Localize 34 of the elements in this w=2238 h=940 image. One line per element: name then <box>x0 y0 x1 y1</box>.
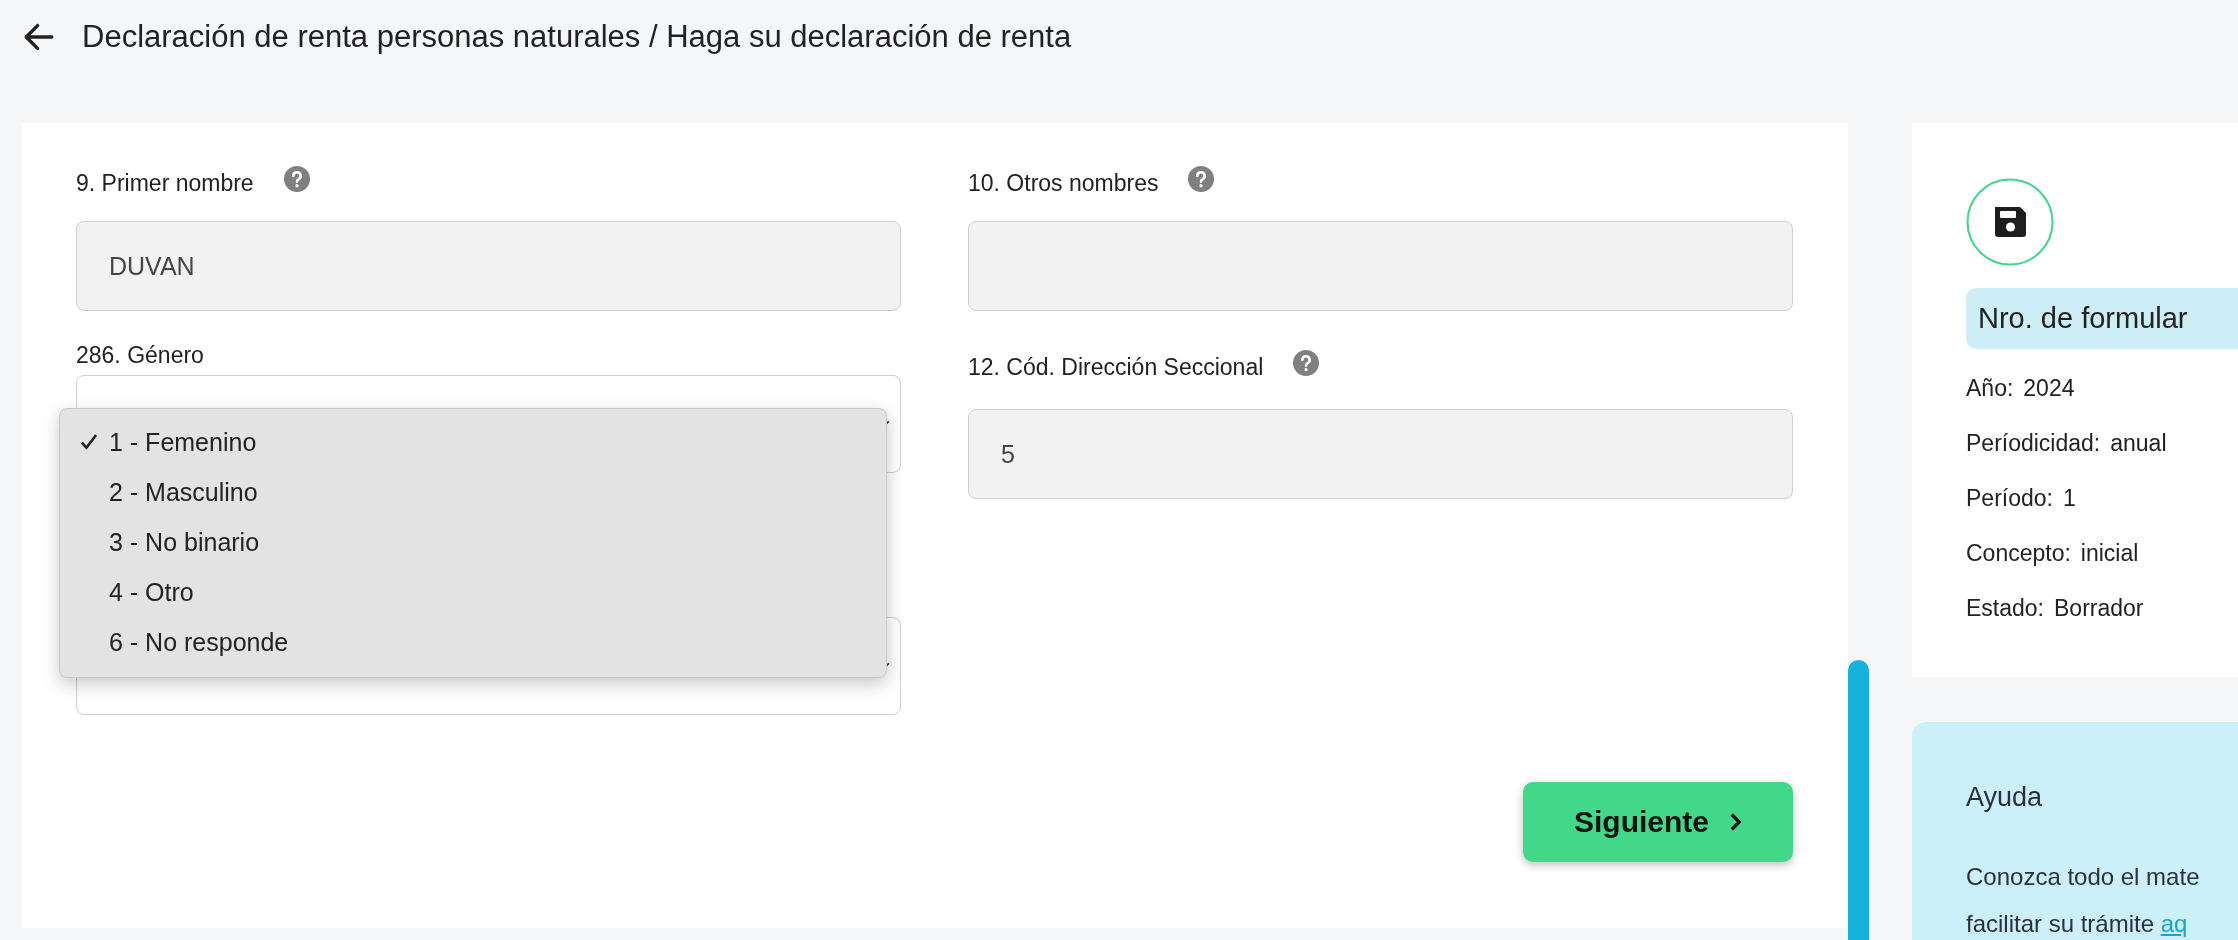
text-field[interactable]: DUVAN <box>76 221 901 311</box>
dropdown-option[interactable]: 3 - No binario <box>60 517 886 567</box>
field-label: 10. Otros nombres <box>968 169 1159 197</box>
info-value: 1 <box>2062 485 2076 512</box>
form-number-badge: Nro. de formular <box>1966 288 2238 349</box>
info-label: Año: <box>1966 375 2014 402</box>
text-field[interactable]: 5 <box>968 409 1793 499</box>
info-value: anual <box>2110 430 2167 457</box>
field-label: 12. Cód. Dirección Seccional <box>968 353 1264 381</box>
dropdown-option[interactable]: 6 - No responde <box>60 617 886 667</box>
help-icon[interactable] <box>1188 166 1215 192</box>
field-label: 9. Primer nombre <box>76 169 254 197</box>
dropdown-option[interactable]: 4 - Otro <box>60 567 886 617</box>
dropdown-option[interactable]: 2 - Masculino <box>60 467 886 517</box>
help-icon[interactable] <box>1293 350 1320 376</box>
save-icon[interactable] <box>1966 178 2054 266</box>
info-label: Períodicidad: <box>1966 430 2101 457</box>
help-icon[interactable] <box>283 166 310 192</box>
next-button[interactable]: Siguiente <box>1523 782 1793 862</box>
info-value: inicial <box>2080 540 2139 567</box>
info-label: Período: <box>1966 485 2053 512</box>
info-label: Concepto: <box>1966 540 2071 567</box>
chevron-right-icon <box>1729 812 1742 832</box>
field-label: 286. Género <box>76 341 204 369</box>
info-label: Estado: <box>1966 595 2044 622</box>
info-value: Borrador <box>2054 595 2144 622</box>
help-text: Conozca todo el mate facilitar su trámite aq <box>1966 862 2201 939</box>
text-field[interactable] <box>968 221 1793 311</box>
page-title: Declaración de renta personas naturales / Haga su declaración de renta <box>82 18 1072 55</box>
checkmark-icon <box>80 433 98 451</box>
info-value: 2024 <box>2023 375 2075 402</box>
scrollbar-thumb[interactable] <box>1848 660 1869 940</box>
dropdown-option[interactable]: 1 - Femenino <box>60 417 886 467</box>
help-title: Ayuda <box>1966 782 2044 813</box>
